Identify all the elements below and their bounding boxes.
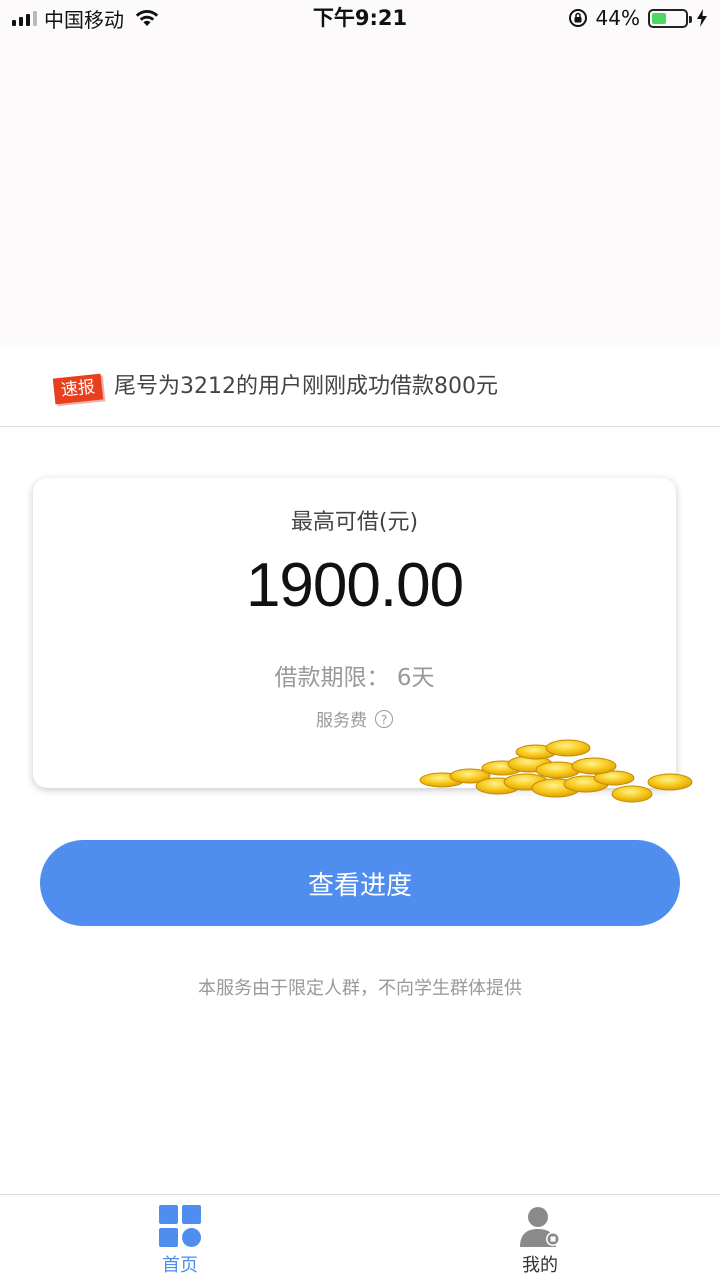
status-bar: 中国移动 下午9:21 44% <box>0 0 720 36</box>
battery-percent: 44% <box>595 6 640 30</box>
tab-home[interactable]: 首页 <box>80 1195 280 1281</box>
loan-term: 借款期限： 6天 <box>274 665 435 691</box>
banner-area[interactable] <box>0 36 720 348</box>
eligibility-notice: 本服务由于限定人群，不向学生群体提供 <box>198 978 522 999</box>
service-fee-row[interactable]: 服务费 ? <box>33 706 676 731</box>
tab-mine[interactable]: 我的 <box>440 1195 640 1281</box>
status-bar-right: 44% <box>568 5 708 31</box>
user-profile-icon <box>520 1207 560 1247</box>
tab-bar: 首页 我的 <box>0 1194 720 1281</box>
tab-mine-label: 我的 <box>522 1255 558 1276</box>
max-loan-amount: 1900.00 <box>245 551 464 620</box>
ticker-badge: 速报 <box>52 373 104 405</box>
gold-coins-icon <box>419 739 693 803</box>
service-fee-label: 服务费 <box>316 711 367 731</box>
battery-icon <box>648 8 692 28</box>
home-grid-icon <box>159 1205 201 1247</box>
rotation-lock-icon <box>568 9 587 27</box>
charging-bolt-icon <box>697 9 707 27</box>
view-progress-button[interactable]: 查看进度 <box>40 840 680 926</box>
tab-home-label: 首页 <box>162 1255 198 1276</box>
battery-fill <box>652 12 667 24</box>
question-circle-icon[interactable]: ? <box>375 709 393 728</box>
news-ticker: 速报 尾号为3212的用户刚刚成功借款800元 <box>0 348 720 427</box>
max-loan-label: 最高可借(元) <box>290 510 419 535</box>
ticker-text: 尾号为3212的用户刚刚成功借款800元 <box>114 374 498 399</box>
